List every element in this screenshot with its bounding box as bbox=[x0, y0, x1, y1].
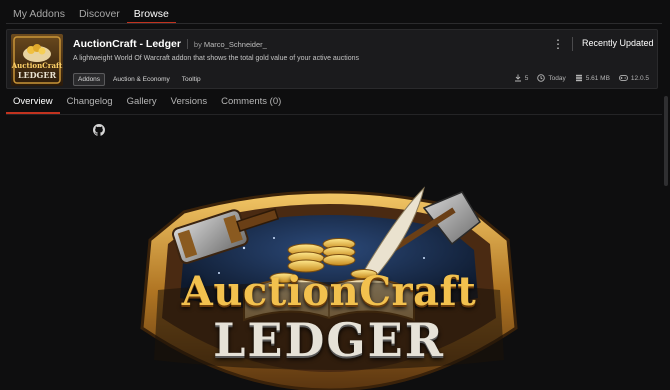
github-icon[interactable] bbox=[93, 124, 105, 136]
sub-nav-divider bbox=[6, 114, 662, 115]
stat-updated-value: Today bbox=[548, 74, 566, 82]
tab-gallery[interactable]: Gallery bbox=[120, 96, 164, 114]
banner-logo-line1: AuctionCraft bbox=[181, 268, 477, 315]
tag-list: Addons Auction & Economy Tooltip bbox=[73, 73, 209, 86]
gamepad-icon bbox=[619, 75, 628, 81]
addon-title-line: AuctionCraft - Ledger by Marco_Schneider… bbox=[73, 38, 267, 50]
tag-auction-economy[interactable]: Auction & Economy bbox=[109, 74, 174, 85]
scrollbar[interactable] bbox=[664, 96, 668, 186]
download-icon bbox=[514, 74, 521, 82]
thumbnail-logo-line2: LEDGER bbox=[17, 70, 57, 80]
tag-tooltip[interactable]: Tooltip bbox=[178, 74, 205, 85]
addon-banner-image: AuctionCraft LEDGER bbox=[124, 178, 534, 390]
addon-header-card: AuctionCraft LEDGER AuctionCraft - Ledge… bbox=[6, 29, 658, 89]
tab-comments[interactable]: Comments (0) bbox=[214, 96, 288, 114]
thumbnail-logo-line1: AuctionCraft bbox=[11, 61, 63, 70]
tag-addons[interactable]: Addons bbox=[73, 73, 106, 86]
addon-title: AuctionCraft - Ledger bbox=[73, 38, 181, 50]
banner-logo-line2: LEDGER bbox=[213, 313, 445, 367]
stat-size: 5.61 MB bbox=[575, 74, 610, 82]
stat-downloads-value: 5 bbox=[524, 74, 529, 82]
top-nav: My Addons Discover Browse bbox=[0, 0, 670, 24]
stat-updated: Today bbox=[537, 74, 566, 82]
stat-game-version: 12.0.5 bbox=[619, 74, 649, 82]
addon-description: A lightweight World Of Warcraft addon th… bbox=[73, 55, 359, 62]
status-label: Recently Updated bbox=[582, 38, 654, 48]
tab-browse[interactable]: Browse bbox=[126, 0, 176, 24]
stat-game-version-value: 12.0.5 bbox=[630, 74, 649, 82]
tab-my-addons[interactable]: My Addons bbox=[6, 0, 72, 24]
more-options-icon[interactable]: ⋮ bbox=[552, 37, 564, 51]
addon-sub-nav: Overview Changelog Gallery Versions Comm… bbox=[6, 96, 288, 114]
tab-overview[interactable]: Overview bbox=[6, 96, 60, 114]
clock-icon bbox=[537, 74, 546, 82]
author-prefix: by bbox=[193, 40, 202, 49]
status-separator bbox=[572, 37, 573, 51]
stat-downloads: 5 bbox=[514, 74, 529, 82]
addon-thumbnail: AuctionCraft LEDGER bbox=[11, 34, 63, 86]
top-nav-divider bbox=[6, 23, 662, 24]
database-icon bbox=[575, 74, 582, 82]
stat-size-value: 5.61 MB bbox=[585, 74, 610, 82]
addon-stats: 5 Today 5.61 MB 12.0.5 bbox=[505, 74, 649, 82]
tab-changelog[interactable]: Changelog bbox=[60, 96, 120, 114]
tab-versions[interactable]: Versions bbox=[164, 96, 214, 114]
title-separator bbox=[186, 39, 188, 49]
tab-discover[interactable]: Discover bbox=[72, 0, 127, 24]
author-link[interactable]: Marco_Schneider_ bbox=[204, 40, 267, 49]
